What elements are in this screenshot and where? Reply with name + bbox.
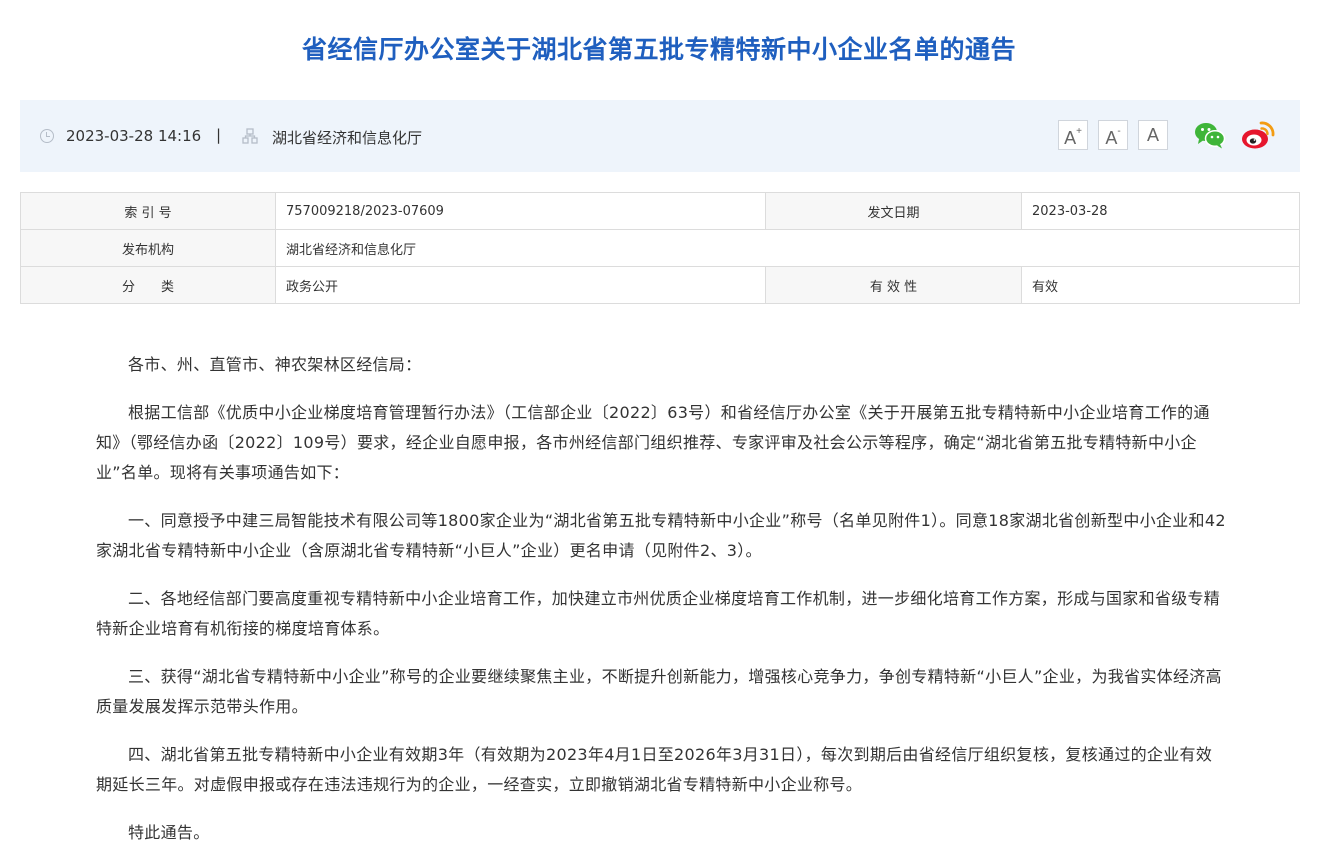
index-label: 索 引 号 bbox=[20, 192, 276, 230]
date-label: 发文日期 bbox=[765, 192, 1022, 230]
body-paragraph: 根据工信部《优质中小企业梯度培育管理暂行办法》（工信部企业〔2022〕63号）和… bbox=[96, 403, 1210, 482]
meta-row: 分 类 政务公开 有 效 性 有效 bbox=[20, 266, 1300, 304]
article-info-bar: 2023-03-28 14:16 | 湖北省经济和信息化厅 A+ A- A bbox=[20, 100, 1300, 172]
font-increase-label: A bbox=[1064, 128, 1077, 148]
weibo-icon[interactable] bbox=[1241, 120, 1275, 150]
category-value: 政务公开 bbox=[275, 266, 766, 304]
category-label: 分 类 bbox=[20, 266, 276, 304]
article-body: 各市、州、直管市、神农架林区经信局： 根据工信部《优质中小企业梯度培育管理暂行办… bbox=[96, 350, 1226, 866]
validity-value: 有效 bbox=[1021, 266, 1300, 304]
index-value: 757009218/2023-07609 bbox=[275, 192, 766, 230]
wechat-icon[interactable] bbox=[1194, 120, 1226, 150]
publisher-name: 湖北省经济和信息化厅 bbox=[272, 129, 423, 147]
document-metadata-table: 索 引 号 757009218/2023-07609 发文日期 2023-03-… bbox=[20, 192, 1300, 304]
meta-row: 索 引 号 757009218/2023-07609 发文日期 2023-03-… bbox=[20, 192, 1300, 230]
body-paragraph: 二、各地经信部门要高度重视专精特新中小企业培育工作，加快建立市州优质企业梯度培育… bbox=[96, 589, 1221, 638]
font-increase-button[interactable]: A+ bbox=[1058, 120, 1088, 150]
closing-paragraph: 特此通告。 bbox=[128, 823, 210, 842]
body-paragraph: 一、同意授予中建三局智能技术有限公司等1800家企业为“湖北省第五批专精特新中小… bbox=[96, 511, 1226, 560]
date-value: 2023-03-28 bbox=[1021, 192, 1300, 230]
clock-icon bbox=[40, 129, 54, 143]
font-default-label: A bbox=[1146, 125, 1159, 145]
org-value: 湖北省经济和信息化厅 bbox=[275, 229, 1300, 267]
body-paragraph: 三、获得“湖北省专精特新中小企业”称号的企业要继续聚焦主业，不断提升创新能力，增… bbox=[96, 667, 1222, 716]
font-decrease-button[interactable]: A- bbox=[1098, 120, 1128, 150]
info-separator: | bbox=[216, 126, 222, 144]
font-increase-sup: + bbox=[1076, 126, 1082, 137]
meta-row: 发布机构 湖北省经济和信息化厅 bbox=[20, 229, 1300, 267]
font-decrease-sup: - bbox=[1117, 126, 1121, 137]
salutation-paragraph: 各市、州、直管市、神农架林区经信局： bbox=[128, 355, 422, 374]
validity-label: 有 效 性 bbox=[765, 266, 1022, 304]
body-paragraph: 四、湖北省第五批专精特新中小企业有效期3年（有效期为2023年4月1日至2026… bbox=[96, 745, 1213, 794]
font-default-button[interactable]: A bbox=[1138, 120, 1168, 150]
publish-datetime: 2023-03-28 14:16 bbox=[66, 127, 202, 145]
building-icon bbox=[242, 128, 258, 144]
font-decrease-label: A bbox=[1105, 128, 1118, 148]
page-title: 省经信厅办公室关于湖北省第五批专精特新中小企业名单的通告 bbox=[301, 35, 1016, 64]
org-label: 发布机构 bbox=[20, 229, 276, 267]
